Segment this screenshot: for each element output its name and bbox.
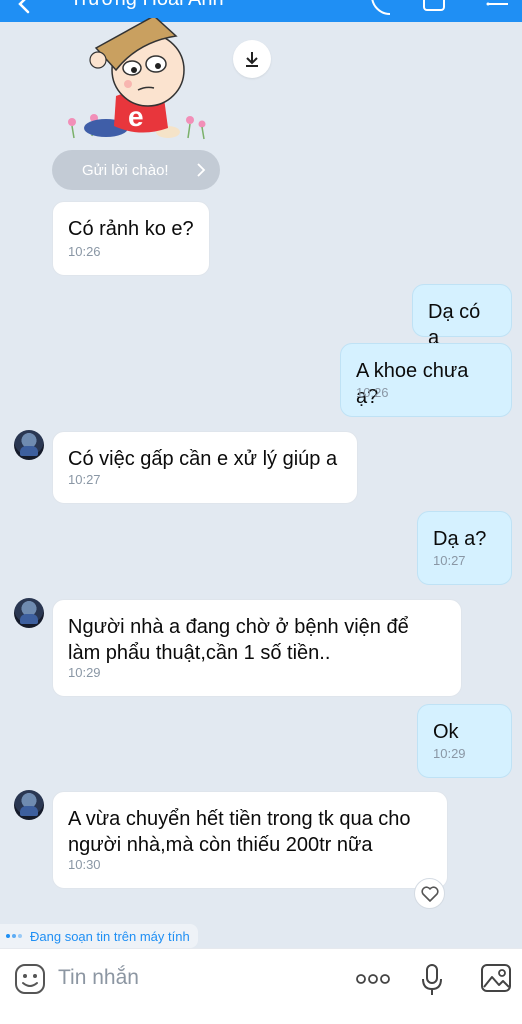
phone-icon[interactable] xyxy=(368,0,392,18)
heart-icon xyxy=(420,885,439,902)
download-icon xyxy=(246,52,258,67)
typing-indicator: Đang soạn tin trên máy tính xyxy=(0,924,198,948)
message-time: 10:26 xyxy=(356,385,389,400)
message-bubble-outgoing[interactable]: A khoe chưa ạ? 10:26 xyxy=(340,343,512,417)
message-time: 10:26 xyxy=(68,244,101,259)
message-bubble-incoming[interactable]: A vừa chuyển hết tiền trong tk qua cho n… xyxy=(52,791,448,889)
message-bubble-outgoing[interactable]: Dạ có a xyxy=(412,284,512,349)
back-arrow-icon[interactable] xyxy=(14,0,36,16)
message-text: Có việc gấp cần e xử lý giúp a xyxy=(68,448,338,470)
message-bubble-incoming[interactable]: Người nhà a đang chờ ở bệnh viện để làm … xyxy=(52,599,462,697)
chevron-right-icon xyxy=(197,163,206,177)
message-text: Người nhà a đang chờ ở bệnh viện để làm … xyxy=(68,616,409,664)
message-time: 10:29 xyxy=(68,665,101,680)
more-icon[interactable] xyxy=(355,973,391,985)
image-icon[interactable] xyxy=(480,963,512,993)
message-bubble-outgoing[interactable]: Dạ a? 10:27 xyxy=(417,511,512,585)
message-bubble-outgoing[interactable]: Ok 10:29 xyxy=(417,704,512,778)
send-greeting-label: Gửi lời chào! xyxy=(82,161,169,179)
contact-avatar[interactable] xyxy=(14,430,44,460)
message-input[interactable]: Tin nhắn xyxy=(58,966,139,990)
message-text: A vừa chuyển hết tiền trong tk qua cho n… xyxy=(68,808,411,856)
microphone-icon[interactable] xyxy=(420,963,444,997)
message-time: 10:27 xyxy=(433,553,466,568)
message-time: 10:29 xyxy=(433,746,466,761)
contact-avatar[interactable] xyxy=(14,598,44,628)
react-heart-button[interactable] xyxy=(414,878,445,909)
menu-icon[interactable] xyxy=(484,0,510,18)
message-bubble-incoming[interactable]: Có việc gấp cần e xử lý giúp a 10:27 xyxy=(52,431,358,504)
message-bubble-incoming[interactable]: Có rảnh ko e? 10:26 xyxy=(52,201,210,276)
emoji-icon[interactable] xyxy=(14,963,46,995)
typing-dots-icon xyxy=(6,934,22,938)
message-time: 10:27 xyxy=(68,472,101,487)
typing-indicator-text: Đang soạn tin trên máy tính xyxy=(30,928,190,944)
download-sticker-button[interactable] xyxy=(233,40,271,78)
contact-avatar[interactable] xyxy=(14,790,44,820)
message-time: 10:30 xyxy=(68,857,101,872)
message-composer: Tin nhắn xyxy=(0,948,522,1024)
send-greeting-button[interactable]: Gửi lời chào! xyxy=(52,150,220,190)
video-icon[interactable] xyxy=(422,0,448,18)
cartoon-sticker[interactable]: e xyxy=(58,18,218,143)
contact-name[interactable]: Trương Hoài Anh xyxy=(70,0,224,11)
